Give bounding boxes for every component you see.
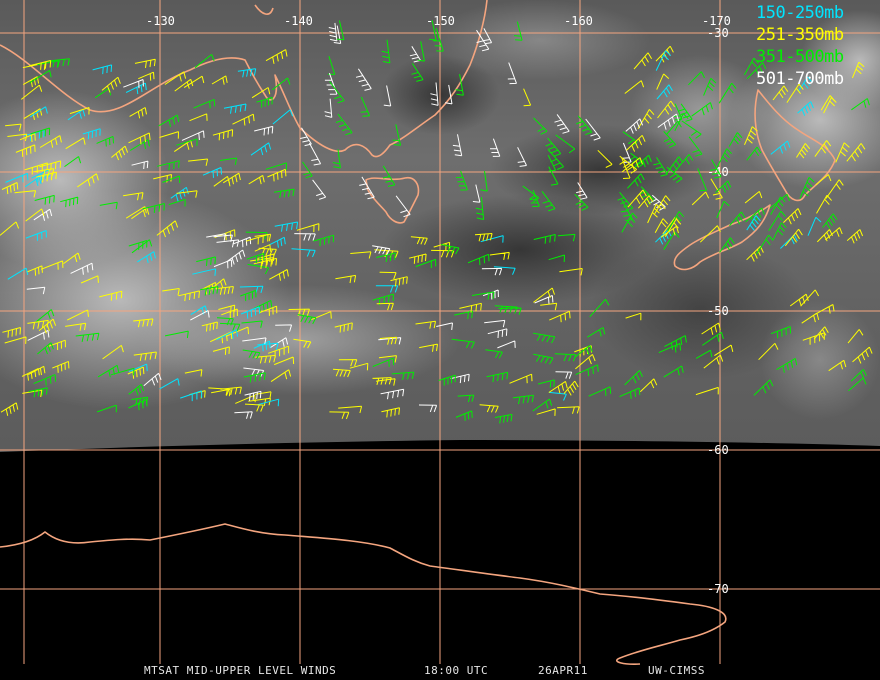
lat-label-50: -50 [707, 304, 729, 318]
legend-item-501-700: 501-700mb [756, 69, 844, 89]
satellite-wind-map: -130 -140 -150 -160 -170 -30 -40 -50 -60… [0, 0, 880, 680]
date-label: 26APR11 [538, 664, 588, 677]
lon-label-140: -140 [284, 14, 313, 28]
source-label: UW-CIMSS [648, 664, 705, 677]
legend-item-251-350: 251-350mb [756, 25, 844, 45]
lon-label-160: -160 [564, 14, 593, 28]
product-title: MTSAT MID-UPPER LEVEL WINDS [144, 664, 337, 677]
lat-label-60: -60 [707, 443, 729, 457]
antarctica-coast [0, 523, 727, 665]
lat-label-30: -30 [707, 26, 729, 40]
legend-item-150-250: 150-250mb [756, 3, 844, 23]
footer-caption: MTSAT MID-UPPER LEVEL WINDS 18:00 UTC 26… [0, 664, 880, 680]
lon-label-130: -130 [146, 14, 175, 28]
map-canvas: -130 -140 -150 -160 -170 -30 -40 -50 -60… [0, 0, 880, 665]
lon-label-150: -150 [426, 14, 455, 28]
pressure-legend: 150-250mb 251-350mb 351-500mb 501-700mb [756, 2, 876, 90]
time-label: 18:00 UTC [424, 664, 489, 677]
legend-item-351-500: 351-500mb [756, 47, 844, 67]
lat-label-70: -70 [707, 582, 729, 596]
